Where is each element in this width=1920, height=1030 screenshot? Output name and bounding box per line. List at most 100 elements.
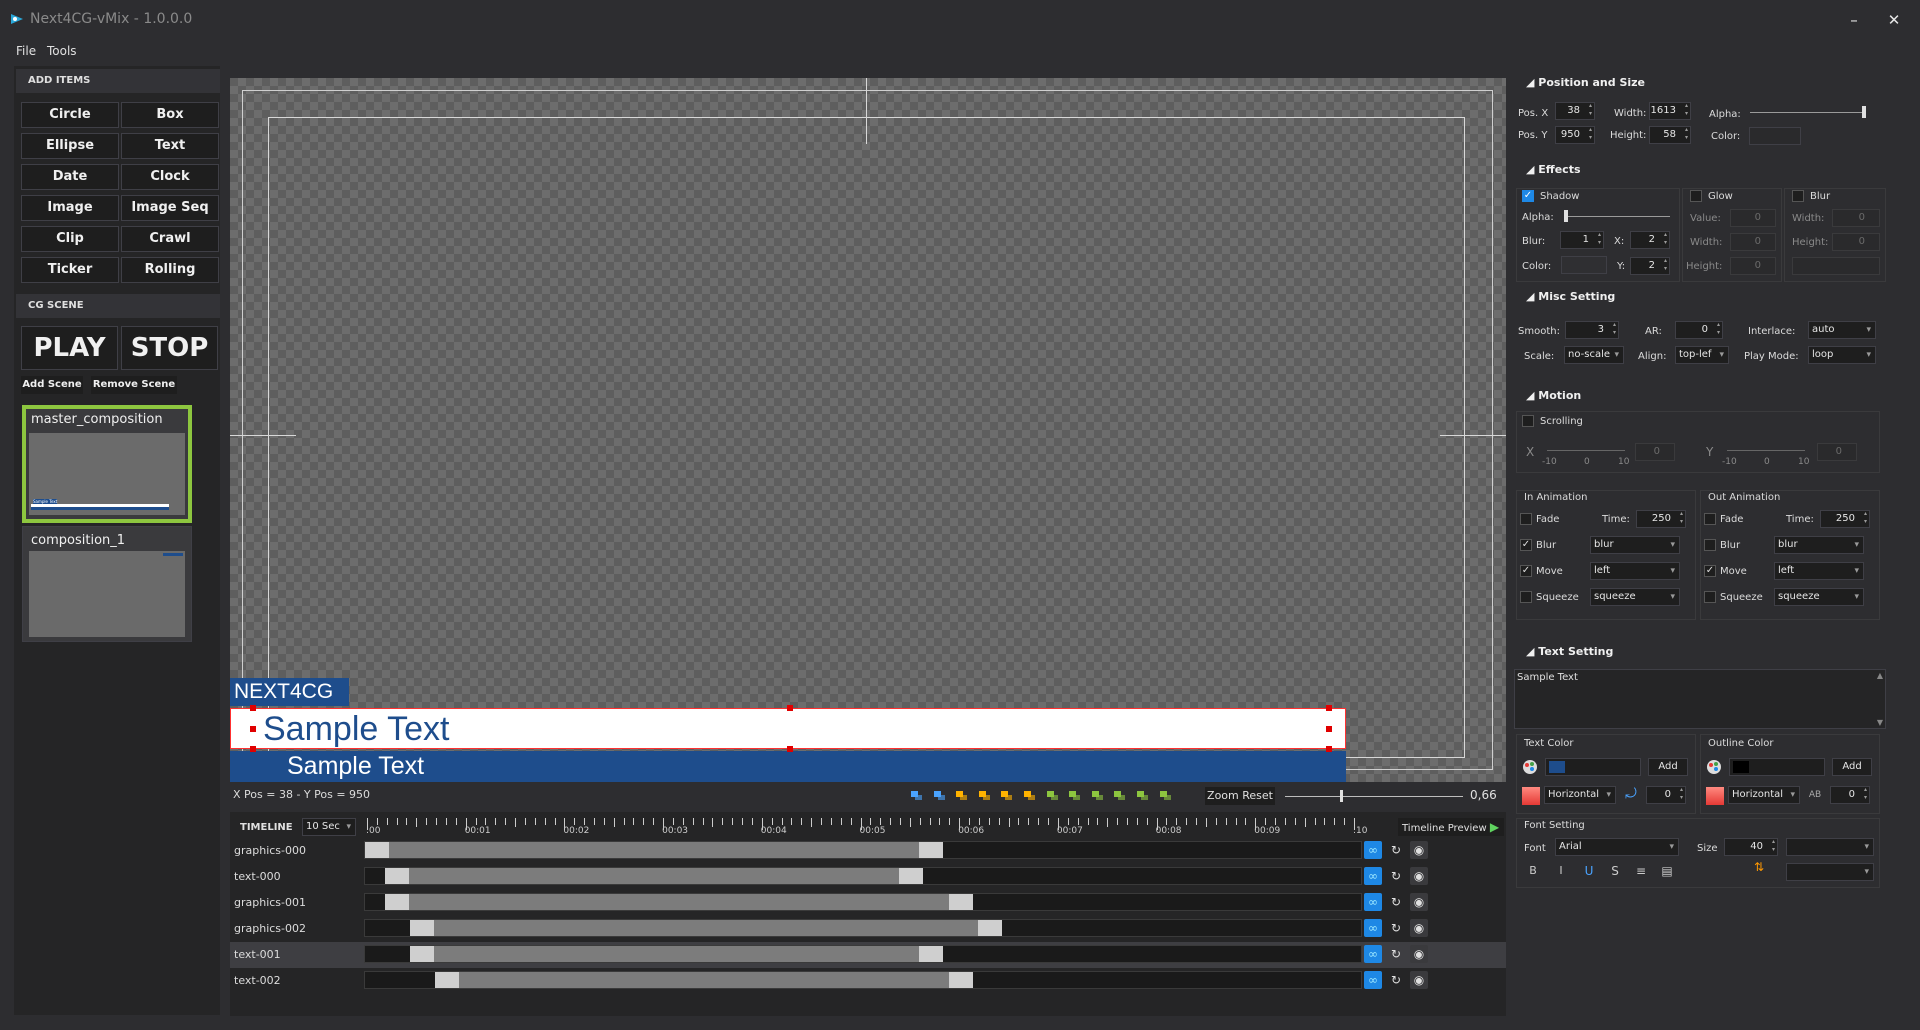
motion-x-slider[interactable] [1547,450,1625,451]
add-rolling-button[interactable]: Rolling [121,257,219,283]
track-bar[interactable] [364,945,1362,963]
remove-scene-button[interactable]: Remove Scene [91,376,177,394]
track-label[interactable]: text-002 [234,974,281,987]
add-image-seq-button[interactable]: Image Seq [121,195,219,221]
playmode-select[interactable]: loop [1808,346,1876,364]
minimize-button[interactable]: – [1842,8,1866,32]
add-clip-button[interactable]: Clip [21,226,119,252]
clip-start-handle[interactable] [409,946,434,962]
add-image-button[interactable]: Image [21,195,119,221]
glow-width-input[interactable]: 0 [1730,233,1776,251]
add-ticker-button[interactable]: Ticker [21,257,119,283]
blur-type-select[interactable] [1792,257,1880,275]
track-label[interactable]: text-001 [234,948,281,961]
in-anim-time-input[interactable]: 250 [1636,510,1686,528]
width-input[interactable]: 1613 [1649,102,1691,120]
posy-input[interactable]: 950 [1555,126,1595,144]
loop-icon[interactable]: ∞ [1364,867,1382,885]
out-anim-time-input[interactable]: 250 [1820,510,1870,528]
track-label[interactable]: graphics-000 [234,844,306,857]
motion-x-input[interactable]: 0 [1635,443,1675,461]
align-fill-icon[interactable] [1159,789,1172,802]
align-middle-icon[interactable] [1068,789,1081,802]
clip-start-handle[interactable] [384,894,409,910]
clip-end-handle[interactable] [918,946,943,962]
clip-start-handle[interactable] [365,842,389,858]
visibility-icon[interactable]: ◉ [1410,867,1428,885]
spacing-select[interactable] [1786,863,1874,881]
scene-composition-1[interactable]: composition_1 [22,526,192,642]
scale-select[interactable]: no-scale [1564,346,1624,364]
lower-third-tag[interactable]: NEXT4CG [230,678,349,706]
height-input[interactable]: 58 [1649,126,1691,144]
timeline-preview-button[interactable]: Timeline Preview ▶ [1398,818,1504,836]
clip-start-handle[interactable] [409,920,434,936]
in-anim-squeeze-select[interactable]: squeeze [1590,588,1680,606]
track-label[interactable]: text-000 [234,870,281,883]
font-style-select[interactable] [1786,838,1874,856]
align-bottom-icon[interactable] [1091,789,1104,802]
alpha-slider-knob[interactable] [1862,106,1866,118]
outline-color-value[interactable]: 0 [1830,786,1870,804]
wrap-icon[interactable]: ▤ [1658,864,1676,882]
menu-tools[interactable]: Tools [47,44,77,58]
add-ellipse-button[interactable]: Ellipse [21,133,119,159]
loop-icon[interactable]: ∞ [1364,919,1382,937]
bold-icon[interactable]: B [1524,864,1542,882]
track-bar[interactable] [364,841,1362,859]
color-picker-icon[interactable] [1521,758,1539,776]
shadow-checkbox[interactable]: ✓ [1522,190,1534,202]
shadow-blur-input[interactable]: 1 [1560,231,1604,249]
zoom-slider-knob[interactable] [1340,790,1344,802]
track-bar[interactable] [364,971,1362,989]
out-anim-fade-checkbox[interactable] [1704,513,1716,525]
add-scene-button[interactable]: Add Scene [21,376,83,394]
underline-icon[interactable]: U [1580,864,1598,882]
blur-height-input[interactable]: 0 [1832,233,1880,251]
smooth-input[interactable]: 3 [1565,321,1619,339]
lower-third-main-text[interactable]: Sample Text [230,708,1346,749]
loop-icon[interactable]: ∞ [1364,893,1382,911]
text-content-input[interactable]: Sample Text ▲ ▼ [1514,669,1886,729]
in-anim-squeeze-checkbox[interactable] [1520,591,1532,603]
blur-checkbox[interactable] [1792,190,1804,202]
loop-icon[interactable]: ∞ [1364,945,1382,963]
in-anim-move-checkbox[interactable]: ✓ [1520,565,1532,577]
scene-master-composition[interactable]: master_composition Sample Text [22,405,192,523]
visibility-icon[interactable]: ◉ [1410,841,1428,859]
outline-gradient-select[interactable]: Horizontal [1728,786,1800,804]
bring-front-icon[interactable] [910,789,923,802]
add-crawl-button[interactable]: Crawl [121,226,219,252]
track-clip[interactable] [384,894,973,910]
shadow-x-input[interactable]: 2 [1630,231,1670,249]
in-anim-fade-checkbox[interactable] [1520,513,1532,525]
reset-icon[interactable]: ↻ [1387,919,1405,937]
outline-color-picker-icon[interactable] [1705,758,1723,776]
add-text-button[interactable]: Text [121,133,219,159]
text-color-swatch[interactable] [1545,758,1641,776]
reset-icon[interactable]: ↻ [1387,867,1405,885]
align-top-icon[interactable] [1046,789,1059,802]
text-color-gradient-select[interactable]: Horizontal [1544,786,1616,804]
add-box-button[interactable]: Box [121,102,219,128]
shadow-y-input[interactable]: 2 [1630,257,1670,275]
add-clock-button[interactable]: Clock [121,164,219,190]
text-color-add-button[interactable]: Add [1648,758,1688,776]
track-label[interactable]: graphics-001 [234,896,306,909]
visibility-icon[interactable]: ◉ [1410,893,1428,911]
track-clip[interactable] [409,946,943,962]
distribute-v-icon[interactable] [1113,789,1126,802]
play-button[interactable]: PLAY [21,326,118,370]
clip-end-handle[interactable] [918,842,943,858]
track-bar[interactable] [364,893,1362,911]
motion-y-input[interactable]: 0 [1817,443,1857,461]
align-center-icon[interactable] [978,789,991,802]
send-back-icon[interactable] [933,789,946,802]
add-circle-button[interactable]: Circle [21,102,119,128]
text-color-value[interactable]: 0 [1646,786,1686,804]
font-select[interactable]: Arial [1555,838,1679,856]
lower-third-sub-text[interactable]: Sample Text [230,751,1346,782]
clip-end-handle[interactable] [978,920,1003,936]
in-anim-blur-select[interactable]: blur [1590,536,1680,554]
loop-icon[interactable]: ∞ [1364,971,1382,989]
